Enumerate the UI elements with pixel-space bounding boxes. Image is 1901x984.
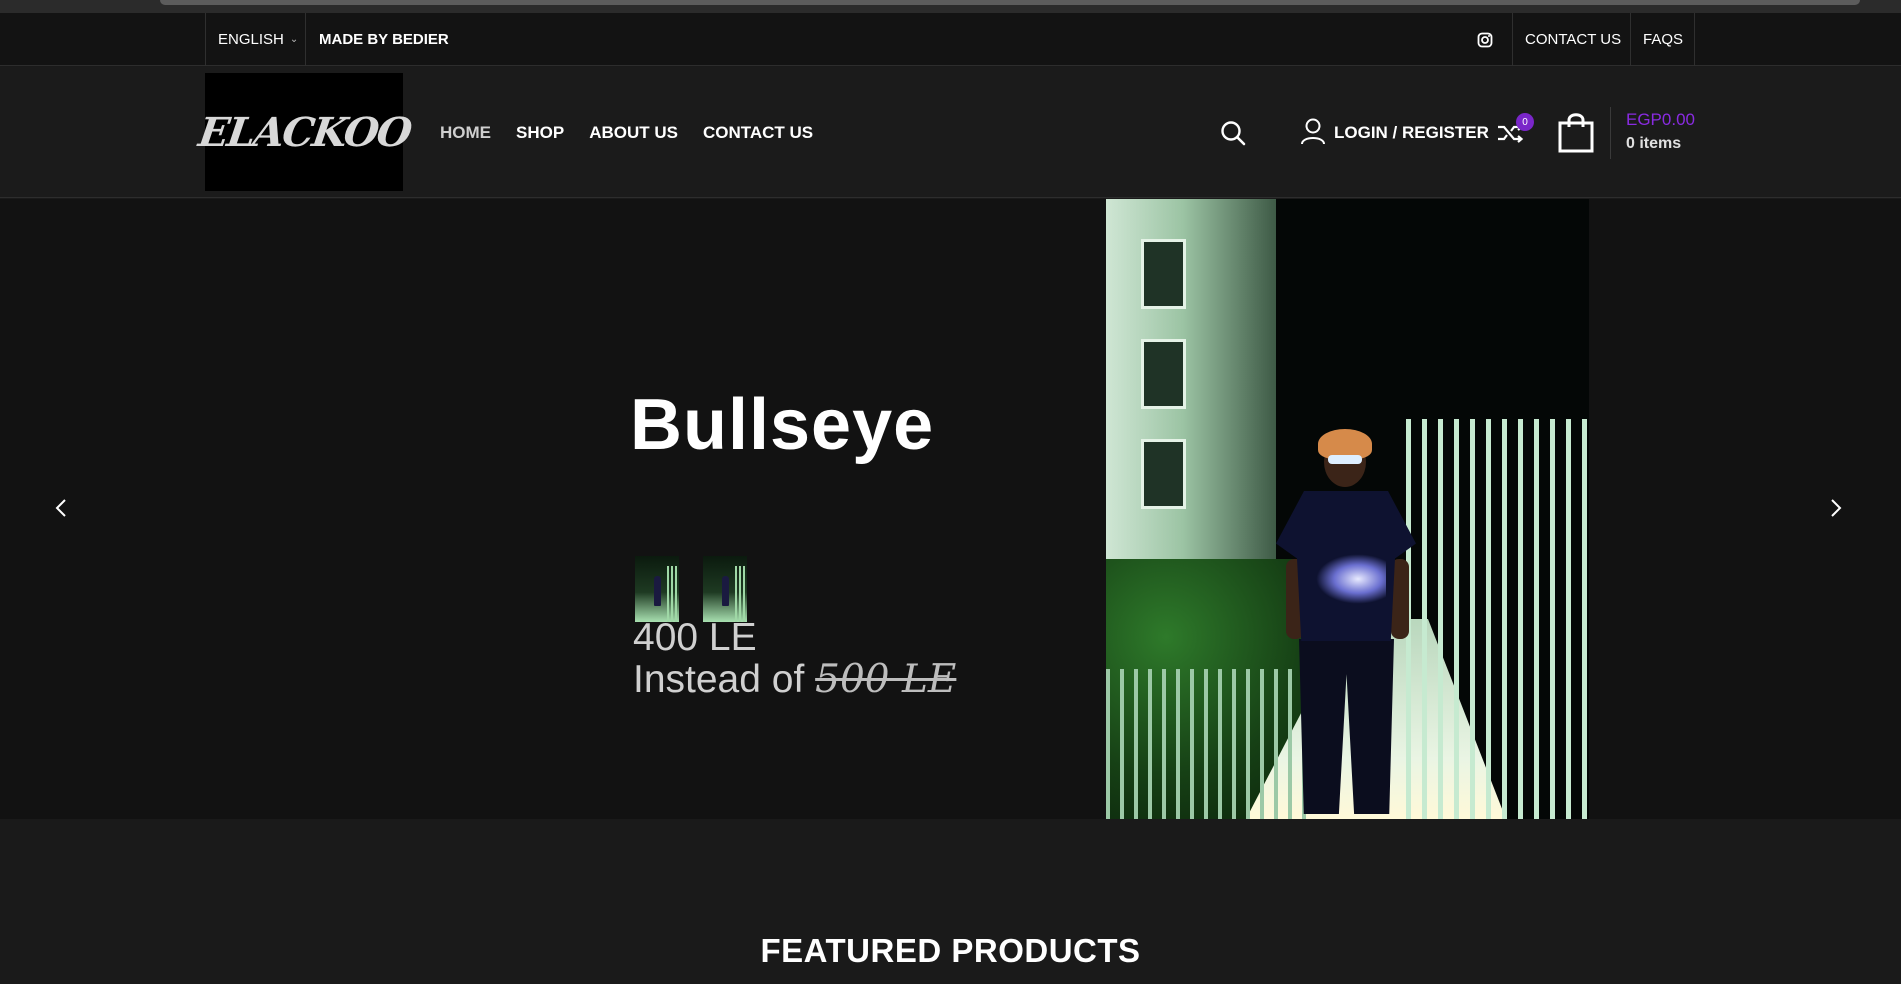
hero-slider: Bullseye 400 LE Instead of 500 LE: [0, 199, 1901, 819]
instead-of-label: Instead of: [633, 658, 805, 701]
divider: [1694, 13, 1695, 66]
main-nav: HOME SHOP ABOUT US CONTACT US: [440, 67, 813, 198]
nav-contact-us[interactable]: CONTACT US: [703, 123, 813, 143]
topbar-contact-link[interactable]: CONTACT US: [1525, 13, 1621, 66]
logo-text: ELACKOO: [195, 108, 413, 156]
compare-button[interactable]: 0: [1496, 113, 1534, 149]
divider: [1610, 107, 1611, 159]
language-label: ENGLISH: [218, 31, 284, 48]
compare-count-badge: 0: [1516, 113, 1534, 131]
chevron-right-icon[interactable]: [1822, 495, 1848, 521]
thumbnail[interactable]: [703, 556, 747, 622]
slide-title: Bullseye: [630, 385, 935, 465]
divider: [1630, 13, 1631, 66]
slide-thumbnails: [635, 556, 747, 622]
browser-strip: [0, 0, 1901, 13]
nav-shop[interactable]: SHOP: [516, 123, 564, 143]
topbar-faqs-link[interactable]: FAQS: [1643, 13, 1683, 66]
instagram-icon[interactable]: [1476, 13, 1494, 66]
search-icon[interactable]: [1219, 119, 1247, 147]
language-switcher[interactable]: ENGLISH ⌄: [218, 13, 298, 66]
top-bar: ENGLISH ⌄ MADE BY BEDIER CONTACT US FAQS: [0, 13, 1901, 66]
made-by-link[interactable]: MADE BY BEDIER: [319, 13, 449, 66]
browser-scrollbar[interactable]: [160, 0, 1860, 5]
nav-home[interactable]: HOME: [440, 123, 491, 143]
chevron-left-icon[interactable]: [49, 495, 75, 521]
divider: [305, 13, 306, 66]
featured-heading: FEATURED PRODUCTS: [760, 932, 1141, 969]
current-price: 400 LE: [633, 616, 757, 659]
site-logo[interactable]: ELACKOO: [195, 73, 413, 191]
featured-products-section: FEATURED PRODUCTS: [0, 819, 1901, 984]
old-price: 500 LE: [815, 657, 957, 702]
cart-amount: EGP0.00: [1626, 110, 1695, 129]
cart-items-count: 0 items: [1626, 135, 1682, 152]
divider: [205, 13, 206, 66]
nav-about-us[interactable]: ABOUT US: [589, 123, 678, 143]
login-label: LOGIN / REGISTER: [1334, 123, 1489, 142]
price-block: 400 LE Instead of 500 LE: [633, 617, 956, 701]
site-header: ELACKOO HOME SHOP ABOUT US CONTACT US LO…: [0, 67, 1901, 198]
product-photo: [1106, 199, 1589, 819]
shopping-bag-icon[interactable]: [1557, 111, 1595, 153]
shuffle-icon: [1496, 123, 1524, 149]
old-price-line: Instead of 500 LE: [633, 659, 956, 701]
user-icon: [1300, 117, 1326, 150]
cart-summary[interactable]: EGP0.00 0 items: [1626, 108, 1695, 156]
login-register-link[interactable]: LOGIN / REGISTER: [1300, 117, 1489, 149]
chevron-down-icon: ⌄: [289, 34, 299, 45]
divider: [1512, 13, 1513, 66]
thumbnail[interactable]: [635, 556, 679, 622]
